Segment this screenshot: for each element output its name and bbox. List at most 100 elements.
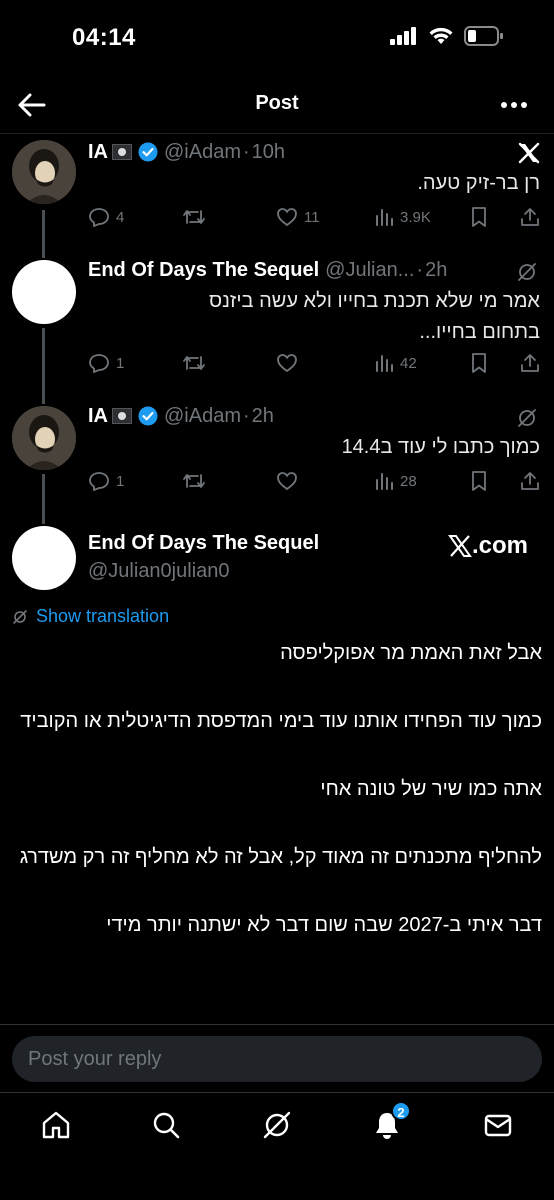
share-button[interactable] xyxy=(520,206,540,228)
bookmark-button[interactable] xyxy=(470,206,488,228)
post-text: רן בר-זיק טעה. xyxy=(417,172,540,194)
repost-button[interactable] xyxy=(182,207,206,227)
analytics-icon xyxy=(376,473,393,490)
views-button[interactable]: 28 xyxy=(374,471,417,491)
show-translation-label: Show translation xyxy=(36,606,170,626)
reply-button[interactable]: 1 xyxy=(88,471,124,491)
repost-button[interactable] xyxy=(182,353,206,373)
views-button[interactable]: 3.9K xyxy=(374,207,431,227)
post-paragraph-spacer xyxy=(16,738,542,772)
post-actions: 4 11 3.9K xyxy=(88,204,540,230)
reply-icon xyxy=(89,472,109,491)
x-com-source[interactable]: .com xyxy=(448,532,528,560)
reply-count: 4 xyxy=(116,208,125,226)
x-logo-icon xyxy=(448,535,472,557)
views-count: 28 xyxy=(400,472,417,490)
share-button[interactable] xyxy=(520,470,540,492)
more-options-icon[interactable] xyxy=(500,94,528,116)
author-name[interactable]: IA xyxy=(88,405,108,428)
like-button[interactable]: 11 xyxy=(276,207,320,227)
avatar[interactable] xyxy=(12,406,76,470)
thread-tweet[interactable]: End Of Days The Sequel @Julian... · 2h א… xyxy=(0,256,554,396)
post-paragraph-spacer xyxy=(16,806,542,840)
main-avatar[interactable] xyxy=(12,526,76,590)
status-time: 04:14 xyxy=(72,24,136,51)
reply-input[interactable]: Post your reply xyxy=(12,1036,542,1082)
analytics-icon xyxy=(376,209,393,226)
notifications-badge: 2 xyxy=(391,1101,411,1121)
reply-icon xyxy=(89,208,109,227)
post-paragraph-spacer xyxy=(16,670,542,704)
author-handle[interactable]: @iAdam xyxy=(164,141,241,164)
views-count: 3.9K xyxy=(400,208,431,226)
x-logo-icon xyxy=(518,142,540,164)
reply-button[interactable]: 4 xyxy=(88,207,124,227)
reply-count: 1 xyxy=(116,354,125,372)
post-paragraph-spacer xyxy=(16,874,542,908)
bookmark-icon xyxy=(472,353,486,373)
bookmark-icon xyxy=(472,207,486,227)
post-time: 2h xyxy=(251,404,274,427)
views-count: 42 xyxy=(400,354,417,372)
avatar[interactable] xyxy=(12,140,76,204)
grok-icon[interactable] xyxy=(516,261,538,283)
share-icon xyxy=(521,472,539,490)
grok-icon xyxy=(13,609,27,624)
search-icon[interactable] xyxy=(150,1109,182,1141)
grok-icon[interactable] xyxy=(516,407,538,429)
author-name[interactable]: End Of Days The Sequel xyxy=(88,259,319,282)
post-paragraph: אבל זאת האמת מר אפוקליפסה xyxy=(280,642,542,664)
mail-icon[interactable] xyxy=(482,1109,514,1141)
bookmark-button[interactable] xyxy=(470,470,488,492)
analytics-icon xyxy=(376,355,393,372)
post-time: 2h xyxy=(425,258,448,281)
views-button[interactable]: 42 xyxy=(374,353,417,373)
reply-bar: Post your reply xyxy=(0,1024,554,1092)
thread-tweet[interactable]: IA @iAdam · 10h רן בר-זיק טעה. 4 11 3.9K xyxy=(0,138,554,238)
share-icon xyxy=(521,354,539,372)
separator-dot: · xyxy=(243,404,250,427)
signal-icon xyxy=(390,27,416,45)
like-button[interactable] xyxy=(276,353,298,373)
battery-icon xyxy=(464,26,503,46)
home-icon[interactable] xyxy=(40,1109,72,1141)
bookmark-button[interactable] xyxy=(470,352,488,374)
reply-button[interactable]: 1 xyxy=(88,353,124,373)
wifi-icon xyxy=(429,27,453,44)
post-paragraph: להחליף מתכנתים זה מאוד קל, אבל זה לא מחל… xyxy=(19,846,542,868)
post-actions: 1 28 xyxy=(88,468,540,494)
author-handle[interactable]: @iAdam xyxy=(164,405,241,428)
author-handle[interactable]: @Julian... xyxy=(325,259,414,282)
like-button[interactable] xyxy=(276,471,298,491)
separator-dot: · xyxy=(243,140,250,163)
heart-icon xyxy=(277,354,297,373)
share-button[interactable] xyxy=(520,352,540,374)
pirate-flag-icon xyxy=(112,144,132,160)
post-text: אמר מי שלא תכנת בחייו ולא עשה ביזנס בתחו… xyxy=(209,290,540,343)
main-post-text: אבל זאת האמת מר אפוקליפסה כמוך עוד הפחיד… xyxy=(16,636,542,942)
post-paragraph: דבר איתי ב-2027 שבה שום דבר לא ישתנה יות… xyxy=(106,914,542,936)
share-icon xyxy=(521,208,539,226)
show-translation-link[interactable]: Show translation xyxy=(12,606,169,627)
main-author-handle[interactable]: @Julian0julian0 xyxy=(88,560,230,583)
avatar[interactable] xyxy=(12,260,76,324)
main-author-name[interactable]: End Of Days The Sequel xyxy=(88,532,319,555)
repost-icon xyxy=(183,474,205,488)
status-bar: 04:14 xyxy=(0,0,554,74)
reply-icon xyxy=(89,354,109,373)
heart-icon xyxy=(277,208,297,227)
repost-button[interactable] xyxy=(182,471,206,491)
reply-count: 1 xyxy=(116,472,125,490)
grok-icon[interactable] xyxy=(261,1109,293,1141)
thread-tweet[interactable]: IA @iAdam · 2h כמוך כתבו לי עוד ב14.4 1 … xyxy=(0,402,554,502)
post-text: כמוך כתבו לי עוד ב14.4 xyxy=(341,436,540,458)
repost-icon xyxy=(183,356,205,370)
author-name[interactable]: IA xyxy=(88,141,108,164)
header: Post xyxy=(0,76,554,134)
bottom-tab-bar: 2 xyxy=(0,1092,554,1200)
separator-dot: · xyxy=(416,258,424,281)
post-paragraph: כמוך עוד הפחידו אותנו עוד בימי המדפסת הד… xyxy=(20,710,542,732)
source-label: .com xyxy=(471,532,528,559)
notifications-tab[interactable]: 2 xyxy=(371,1101,411,1141)
post-time: 10h xyxy=(251,140,286,163)
